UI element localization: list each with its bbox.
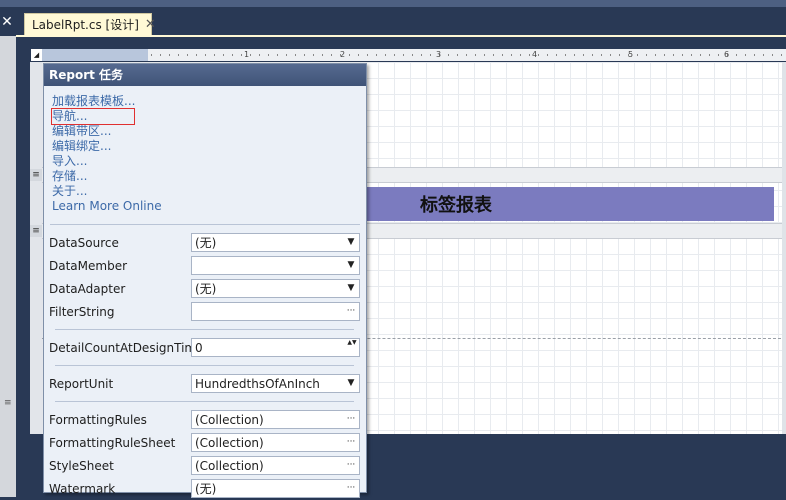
property-row-reportunit: ReportUnit HundredthsOfAnInch ▼ [49,372,360,395]
property-label: FormattingRuleSheet [49,435,176,450]
property-label: ReportUnit [49,376,114,391]
watermark-field[interactable]: (无) ··· [191,479,360,498]
stylesheet-field[interactable]: (Collection) ··· [191,456,360,475]
band-handle-icon[interactable]: ≡ [30,169,42,181]
property-value: 0 [195,340,203,355]
reportunit-dropdown[interactable]: HundredthsOfAnInch ▼ [191,374,360,393]
property-label: FormattingRules [49,412,147,427]
dropdown-arrow-icon[interactable]: ▼ [343,280,359,297]
property-value: (无) [195,236,217,250]
dropdown-arrow-icon[interactable]: ▼ [343,257,359,274]
horizontal-ruler: 1 2 3 4 5 6 [31,49,786,61]
property-value: (无) [195,482,217,496]
divider [55,365,354,366]
dropdown-arrow-icon[interactable]: ▼ [343,234,359,251]
load-template-link[interactable]: 加载报表模板... [52,94,366,109]
property-list: DataSource (无) ▼ DataMember ▼ DataAdapte… [44,231,366,500]
property-value: HundredthsOfAnInch [195,376,320,391]
document-tab[interactable]: LabelRpt.cs [设计] ✕ [24,13,156,35]
property-value: (无) [195,282,217,296]
ellipsis-button-icon[interactable]: ··· [343,434,359,451]
divider [55,401,354,402]
dropdown-arrow-icon[interactable]: ▼ [343,375,359,392]
smart-tag-icon[interactable]: ◢ [31,49,42,61]
report-title-label[interactable]: 标签报表 [366,187,774,221]
property-row-formattingrulesheet: FormattingRuleSheet (Collection) ··· [49,431,360,454]
ruler-margin-shade [31,49,148,61]
about-link[interactable]: 关于... [52,184,366,199]
property-value: (Collection) [195,412,264,427]
property-row-formattingrules: FormattingRules (Collection) ··· [49,408,360,431]
property-label: DataMember [49,258,128,273]
ruler-label: 5 [628,50,634,59]
datamember-dropdown[interactable]: ▼ [191,256,360,275]
band-selector-bar: ≡ ≡ [30,62,42,434]
dataadapter-dropdown[interactable]: (无) ▼ [191,279,360,298]
edit-bindings-link[interactable]: 编辑绑定... [52,139,366,154]
ruler-label: 1 [244,50,250,59]
property-label: DataAdapter [49,281,126,296]
close-panel-icon[interactable]: ✕ [0,12,14,32]
ruler-mark: ≡ [4,398,12,408]
property-label: DataSource [49,235,119,250]
formattingrulesheet-field[interactable]: (Collection) ··· [191,433,360,452]
ellipsis-button-icon[interactable]: ··· [343,480,359,497]
property-label: FilterString [49,304,115,319]
divider [55,329,354,330]
ellipsis-button-icon[interactable]: ··· [343,303,359,320]
band-handle-icon[interactable]: ≡ [30,225,42,237]
tab-close-icon[interactable]: ✕ [145,17,156,32]
datasource-dropdown[interactable]: (无) ▼ [191,233,360,252]
filterstring-field[interactable]: ··· [191,302,360,321]
tab-title: LabelRpt.cs [设计] [32,18,139,32]
ruler-label: 4 [532,50,538,59]
divider [50,224,360,225]
property-label: Watermark [49,481,116,496]
outer-left-ruler: ≡ [0,36,16,497]
ruler-label: 6 [724,50,730,59]
panel-title: Report 任务 [44,64,366,86]
ellipsis-button-icon[interactable]: ··· [343,411,359,428]
property-row-detailcount: DetailCountAtDesignTime 0 ▲▼ [49,336,360,359]
property-value: (Collection) [195,435,264,450]
property-row-stylesheet: StyleSheet (Collection) ··· [49,454,360,477]
property-row-datasource: DataSource (无) ▼ [49,231,360,254]
learn-more-link[interactable]: Learn More Online [52,199,366,214]
property-row-filterstring: FilterString ··· [49,300,360,323]
vertical-scrollbar[interactable] [782,62,786,434]
detailcount-stepper[interactable]: 0 ▲▼ [191,338,360,357]
ruler-label: 2 [340,50,346,59]
property-row-dataadapter: DataAdapter (无) ▼ [49,277,360,300]
property-row-datamember: DataMember ▼ [49,254,360,277]
navigation-link[interactable]: 导航... [51,108,135,125]
edit-bands-link[interactable]: 编辑带区... [52,124,366,139]
ellipsis-button-icon[interactable]: ··· [343,457,359,474]
property-value: (Collection) [195,458,264,473]
task-links: 加载报表模板... 导航... 编辑带区... 编辑绑定... 导入... 存储… [44,86,366,218]
report-tasks-panel: Report 任务 加载报表模板... 导航... 编辑带区... 编辑绑定..… [43,63,367,498]
top-strip [0,0,786,7]
property-label: DetailCountAtDesignTime [49,340,204,355]
save-link[interactable]: 存储... [52,169,366,184]
import-link[interactable]: 导入... [52,154,366,169]
spin-arrows-icon[interactable]: ▲▼ [347,339,357,356]
ruler-label: 3 [436,50,442,59]
property-label: StyleSheet [49,458,114,473]
formattingrules-field[interactable]: (Collection) ··· [191,410,360,429]
